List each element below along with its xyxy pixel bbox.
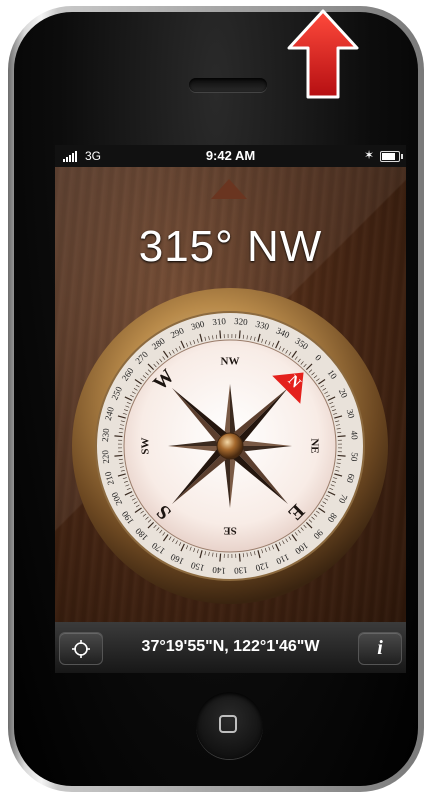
degree-label: 50 [349,452,360,462]
info-icon: i [377,637,383,659]
status-bar: 3G 9:42 AM ✶ [55,145,406,167]
coordinates-readout: 37°19'55"N, 122°1'46"W [141,638,320,655]
home-button[interactable] [196,692,263,759]
location-button[interactable] [59,632,103,665]
degree-label: 310 [212,316,227,327]
bottom-toolbar: 37°19'55"N, 122°1'46"W i [55,622,406,673]
location-icon [72,639,90,658]
phone-bezel: 3G 9:42 AM ✶ 315° NW 0 10 20 30 40 50 60… [14,12,418,786]
degree-tick [337,454,346,457]
degree-label: 130 [233,565,248,576]
cardinal-label-nw: NW [221,356,240,368]
degree-tick [219,553,222,562]
degree-label: 220 [100,449,111,464]
degree-label: 230 [100,427,111,442]
cardinal-label-se: SE [223,524,236,536]
degree-label: 140 [211,565,226,576]
info-button[interactable]: i [358,632,402,665]
degree-label: 320 [234,316,249,327]
heading-pointer [211,179,247,199]
degree-tick [114,454,123,457]
up-arrow-icon [287,9,359,99]
degree-label: 40 [349,430,360,440]
cardinal-label-ne: NE [308,438,320,453]
status-time: 9:42 AM [205,148,256,163]
cardinal-label-sw: SW [140,437,152,454]
compass-background: 315° NW 0 10 20 30 40 50 60 70 80 90 100… [55,167,406,622]
battery-icon [380,151,403,162]
bluetooth-icon: ✶ [363,148,374,162]
heading-readout: 315° NW [138,222,323,271]
degree-tick [219,330,222,339]
home-button-icon [219,715,237,733]
degree-tick [238,330,241,339]
degree-tick [114,435,123,438]
compass-hub [216,432,244,460]
screen: 3G 9:42 AM ✶ 315° NW 0 10 20 30 40 50 60… [55,145,406,673]
degree-tick [238,553,241,562]
earpiece-speaker [189,78,267,92]
compass-dial: 0102030405060708090100110120130140150160… [72,288,388,604]
iphone-frame: 3G 9:42 AM ✶ 315° NW 0 10 20 30 40 50 60… [8,6,424,792]
degree-tick [337,435,346,438]
